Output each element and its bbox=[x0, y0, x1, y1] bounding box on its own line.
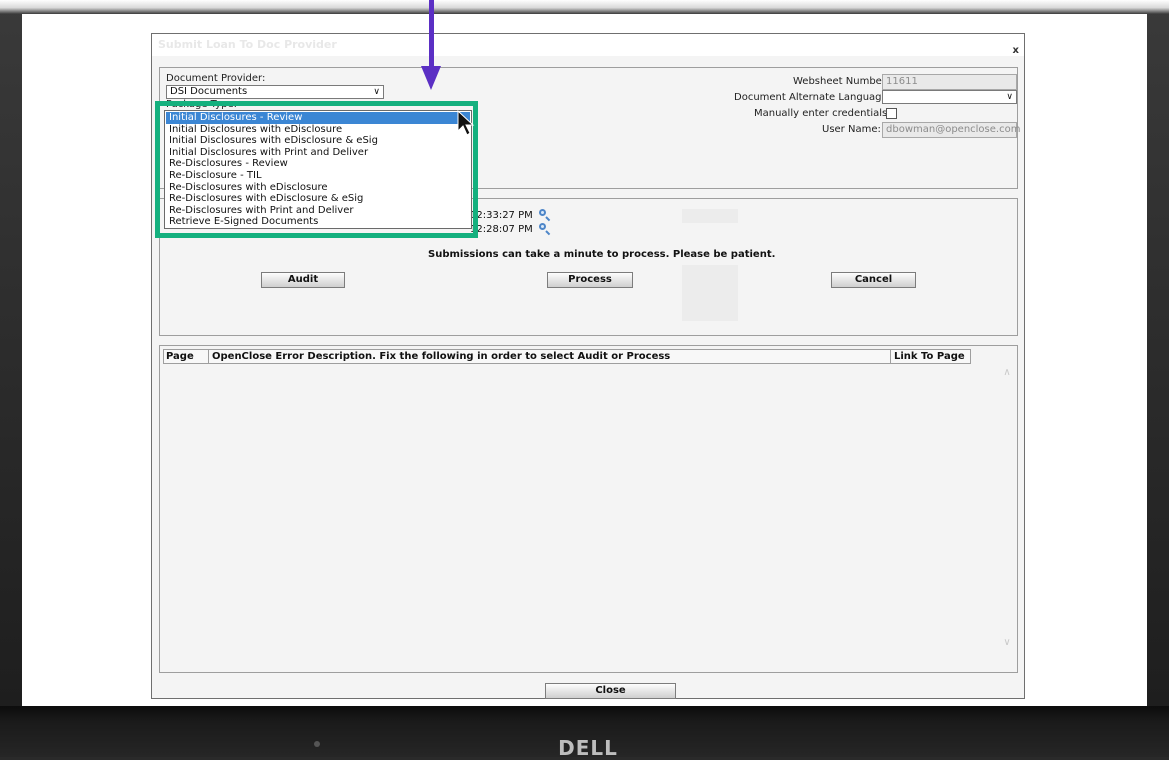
close-icon[interactable]: x bbox=[1013, 40, 1019, 62]
alternate-language-select[interactable]: ∨ bbox=[882, 90, 1017, 104]
magnifier-icon[interactable] bbox=[538, 223, 551, 235]
dropdown-option[interactable]: Re-Disclosures with eDisclosure & eSig bbox=[166, 193, 470, 205]
dropdown-option[interactable]: Retrieve E-Signed Documents bbox=[166, 216, 470, 228]
dialog-title: Submit Loan To Doc Provider bbox=[158, 38, 337, 51]
manual-credentials-label: Manually enter credentials? bbox=[754, 108, 893, 119]
column-divider bbox=[208, 350, 209, 363]
alternate-language-label: Document Alternate Language: bbox=[734, 92, 892, 103]
dropdown-option[interactable]: Initial Disclosures - Review bbox=[166, 112, 470, 124]
brand-logo: DELL bbox=[558, 736, 618, 760]
chevron-down-icon: ∨ bbox=[1006, 92, 1013, 102]
mouse-cursor-icon bbox=[457, 110, 475, 136]
timestamp-row: 12:28:07 PM bbox=[470, 223, 551, 235]
cancel-button[interactable]: Cancel bbox=[831, 272, 916, 288]
magnifier-icon[interactable] bbox=[538, 209, 551, 221]
close-button[interactable]: Close bbox=[545, 683, 676, 699]
dropdown-option[interactable]: Re-Disclosures with Print and Deliver bbox=[166, 205, 470, 217]
dropdown-option[interactable]: Re-Disclosure - TIL bbox=[166, 170, 470, 182]
dropdown-option[interactable]: Re-Disclosures with eDisclosure bbox=[166, 182, 470, 194]
dropdown-option[interactable]: Initial Disclosures with eDisclosure & e… bbox=[166, 135, 470, 147]
faint-block bbox=[682, 265, 738, 321]
error-table-header: Page OpenClose Error Description. Fix th… bbox=[163, 349, 971, 364]
column-header-description: OpenClose Error Description. Fix the fol… bbox=[212, 351, 671, 362]
user-name-field: dbowman@openclose.com bbox=[882, 122, 1021, 138]
websheet-number-field: 11611 bbox=[882, 74, 1017, 90]
dropdown-option[interactable]: Re-Disclosures - Review bbox=[166, 158, 470, 170]
dialog-titlebar: Submit Loan To Doc Provider x bbox=[152, 34, 1024, 56]
dropdown-option[interactable]: Initial Disclosures with Print and Deliv… bbox=[166, 147, 470, 159]
package-type-dropdown-list[interactable]: Initial Disclosures - Review Initial Dis… bbox=[164, 110, 472, 229]
process-button[interactable]: Process bbox=[547, 272, 633, 288]
annotation-arrow-icon bbox=[421, 0, 441, 90]
document-provider-label: Document Provider: bbox=[166, 73, 266, 84]
webcam-icon bbox=[314, 741, 320, 747]
audit-button[interactable]: Audit bbox=[261, 272, 345, 288]
column-header-page: Page bbox=[166, 351, 194, 362]
faint-block bbox=[682, 209, 738, 223]
timestamp: 12:28:07 PM bbox=[470, 224, 533, 235]
processing-notice: Submissions can take a minute to process… bbox=[428, 249, 776, 260]
timestamp: 12:33:27 PM bbox=[470, 210, 533, 221]
bezel-top-edge bbox=[0, 0, 1169, 14]
dropdown-option[interactable]: Initial Disclosures with eDisclosure bbox=[166, 124, 470, 136]
websheet-number-label: Websheet Number: bbox=[793, 76, 890, 87]
timestamp-row: 12:33:27 PM bbox=[470, 209, 551, 221]
manual-credentials-checkbox[interactable] bbox=[886, 108, 897, 119]
chevron-down-icon: ∨ bbox=[373, 87, 380, 97]
websheet-number-value: 11611 bbox=[886, 76, 918, 87]
column-header-link: Link To Page bbox=[894, 351, 965, 362]
scroll-up-icon[interactable]: ∧ bbox=[1002, 368, 1012, 378]
document-provider-select[interactable]: DSI Documents ∨ bbox=[166, 85, 384, 99]
document-provider-value: DSI Documents bbox=[170, 86, 248, 97]
user-name-label: User Name: bbox=[822, 124, 881, 135]
error-table-panel: Page OpenClose Error Description. Fix th… bbox=[159, 345, 1018, 673]
scroll-down-icon[interactable]: ∨ bbox=[1002, 638, 1012, 648]
user-name-value: dbowman@openclose.com bbox=[886, 124, 1021, 135]
column-divider bbox=[890, 350, 891, 363]
